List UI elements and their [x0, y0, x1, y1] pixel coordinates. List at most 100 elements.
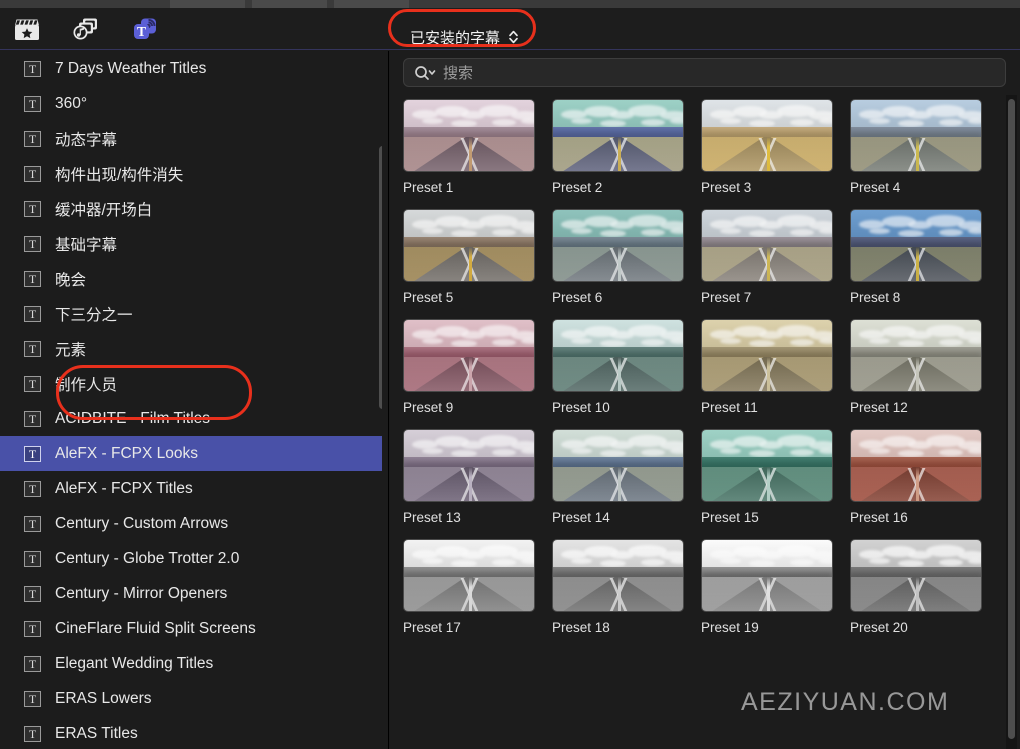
sidebar-item[interactable]: T 360°: [0, 86, 382, 121]
sidebar-item[interactable]: T Elegant Wedding Titles: [0, 646, 382, 681]
preset-label: Preset 5: [403, 290, 454, 305]
window-chrome-strip: [0, 0, 1020, 8]
presets-scrollbar[interactable]: [1008, 99, 1015, 739]
library-filter-label: 已安装的字幕: [410, 29, 501, 47]
preset-thumbnail[interactable]: [850, 209, 982, 282]
preset-thumbnail[interactable]: [552, 319, 684, 392]
chrome-tab-hint-2: [252, 0, 327, 8]
sidebar-item[interactable]: T 元素: [0, 331, 382, 366]
preset-item[interactable]: Preset 16: [850, 429, 982, 525]
preset-label: Preset 6: [552, 290, 603, 305]
sidebar-item-label: 动态字幕: [55, 131, 118, 149]
preset-thumbnail[interactable]: [701, 99, 833, 172]
library-filter-dropdown[interactable]: 已安装的字幕: [398, 24, 529, 50]
preset-item[interactable]: Preset 9: [403, 319, 535, 415]
preset-item[interactable]: Preset 20: [850, 539, 982, 635]
preset-thumbnail[interactable]: [552, 209, 684, 282]
effects-browser-icon[interactable]: [12, 16, 42, 42]
sidebar-item[interactable]: T 构件出现/构件消失: [0, 156, 382, 191]
search-input[interactable]: 搜索: [403, 58, 1006, 87]
preset-thumbnail[interactable]: [403, 319, 535, 392]
sidebar-item[interactable]: T ERAS Lowers: [0, 681, 382, 716]
preset-thumbnail[interactable]: [552, 99, 684, 172]
sidebar-item-label: AleFX - FCPX Titles: [55, 479, 193, 497]
sidebar-item[interactable]: T CineFlare Fluid Split Screens: [0, 611, 382, 646]
title-type-icon: T: [24, 375, 41, 392]
preset-thumbnail[interactable]: [850, 539, 982, 612]
sidebar-item[interactable]: T Century - Mirror Openers: [0, 576, 382, 611]
sidebar-item[interactable]: T 缓冲器/开场白: [0, 191, 382, 226]
preset-item[interactable]: Preset 5: [403, 209, 535, 305]
preset-item[interactable]: Preset 7: [701, 209, 833, 305]
preset-item[interactable]: Preset 8: [850, 209, 982, 305]
chevron-up-down-icon: [508, 29, 519, 45]
preset-thumbnail[interactable]: [701, 539, 833, 612]
title-type-icon: T: [24, 235, 41, 252]
sidebar-item[interactable]: T AleFX - FCPX Titles: [0, 471, 382, 506]
title-type-icon: T: [24, 305, 41, 322]
preset-item[interactable]: Preset 1: [403, 99, 535, 195]
title-type-icon: T: [24, 60, 41, 77]
chrome-tab-hint-3: [334, 0, 409, 8]
sidebar-item-label: ACIDBITE - Film Titles: [55, 409, 211, 427]
preset-label: Preset 7: [701, 290, 752, 305]
title-type-icon: T: [24, 620, 41, 637]
sidebar-item[interactable]: T AleFX - FCPX Looks: [0, 436, 382, 471]
preset-item[interactable]: Preset 19: [701, 539, 833, 635]
preset-item[interactable]: Preset 13: [403, 429, 535, 525]
preset-thumbnail[interactable]: [403, 209, 535, 282]
preset-item[interactable]: Preset 2: [552, 99, 684, 195]
preset-label: Preset 10: [552, 400, 610, 415]
preset-item[interactable]: Preset 12: [850, 319, 982, 415]
sidebar-item[interactable]: T 制作人员: [0, 366, 382, 401]
preset-item[interactable]: Preset 18: [552, 539, 684, 635]
preset-thumbnail[interactable]: [552, 539, 684, 612]
media-browser-icon[interactable]: [70, 16, 100, 42]
preset-item[interactable]: Preset 6: [552, 209, 684, 305]
preset-thumbnail[interactable]: [403, 539, 535, 612]
preset-label: Preset 8: [850, 290, 901, 305]
title-type-icon: T: [24, 550, 41, 567]
sidebar-item[interactable]: T 7 Days Weather Titles: [0, 51, 382, 86]
sidebar-item-label: ERAS Titles: [55, 724, 138, 742]
preset-thumbnail[interactable]: [403, 99, 535, 172]
chrome-tab-hint-1: [170, 0, 245, 8]
preset-thumbnail[interactable]: [403, 429, 535, 502]
sidebar-item-label: ERAS Lowers: [55, 689, 152, 707]
preset-label: Preset 13: [403, 510, 461, 525]
titles-category-list[interactable]: T 7 Days Weather Titles T 360° T 动态字幕 T 构件出现/构件…: [0, 51, 382, 749]
preset-item[interactable]: Preset 10: [552, 319, 684, 415]
sidebar-item-label: AleFX - FCPX Looks: [55, 444, 198, 462]
sidebar-item-label: CineFlare Fluid Split Screens: [55, 619, 256, 637]
titles-category-sidebar[interactable]: T 7 Days Weather Titles T 360° T 动态字幕 T 构件出现/构件…: [0, 51, 382, 749]
sidebar-item[interactable]: T 基础字幕: [0, 226, 382, 261]
preset-item[interactable]: Preset 17: [403, 539, 535, 635]
preset-thumbnail[interactable]: [552, 429, 684, 502]
preset-thumbnail[interactable]: [701, 319, 833, 392]
sidebar-scrollbar[interactable]: [379, 146, 382, 409]
preset-item[interactable]: Preset 3: [701, 99, 833, 195]
preset-thumbnail[interactable]: [850, 99, 982, 172]
titles-generators-browser-icon[interactable]: T: [130, 16, 160, 42]
sidebar-item[interactable]: T 下三分之一: [0, 296, 382, 331]
title-type-icon: T: [24, 270, 41, 287]
preset-label: Preset 14: [552, 510, 610, 525]
preset-item[interactable]: Preset 15: [701, 429, 833, 525]
preset-label: Preset 18: [552, 620, 610, 635]
sidebar-item[interactable]: T Century - Globe Trotter 2.0: [0, 541, 382, 576]
preset-item[interactable]: Preset 4: [850, 99, 982, 195]
title-type-icon: T: [24, 445, 41, 462]
title-type-icon: T: [24, 95, 41, 112]
preset-thumbnail[interactable]: [701, 209, 833, 282]
sidebar-item[interactable]: T 晚会: [0, 261, 382, 296]
sidebar-item[interactable]: T 动态字幕: [0, 121, 382, 156]
preset-item[interactable]: Preset 14: [552, 429, 684, 525]
preset-thumbnail[interactable]: [850, 429, 982, 502]
sidebar-item[interactable]: T ACIDBITE - Film Titles: [0, 401, 382, 436]
sidebar-item[interactable]: T ERAS Titles: [0, 716, 382, 749]
preset-thumbnail[interactable]: [701, 429, 833, 502]
sidebar-item[interactable]: T Century - Custom Arrows: [0, 506, 382, 541]
preset-label: Preset 15: [701, 510, 759, 525]
preset-item[interactable]: Preset 11: [701, 319, 833, 415]
preset-thumbnail[interactable]: [850, 319, 982, 392]
